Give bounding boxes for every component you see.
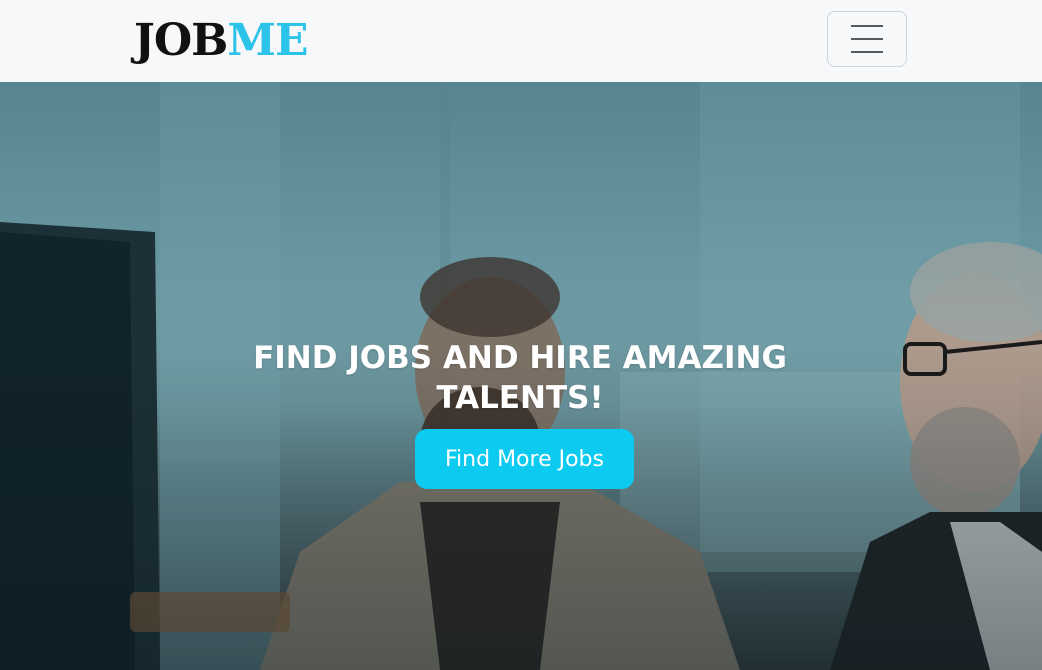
hamburger-menu-icon <box>851 51 883 53</box>
navbar-toggle-button[interactable] <box>827 11 907 67</box>
navbar: JOB ME <box>0 0 1042 82</box>
brand-logo[interactable]: JOB ME <box>134 15 309 67</box>
hamburger-menu-icon <box>851 25 883 27</box>
find-more-jobs-button[interactable]: Find More Jobs <box>415 429 634 489</box>
logo-text-me: ME <box>227 15 308 66</box>
hamburger-menu-icon <box>851 38 883 40</box>
hero-section: FIND JOBS AND HIRE AMAZING TALENTS! Find… <box>0 82 1042 670</box>
hero-headline: FIND JOBS AND HIRE AMAZING TALENTS! <box>253 340 787 416</box>
logo-text-job: JOB <box>134 15 228 66</box>
